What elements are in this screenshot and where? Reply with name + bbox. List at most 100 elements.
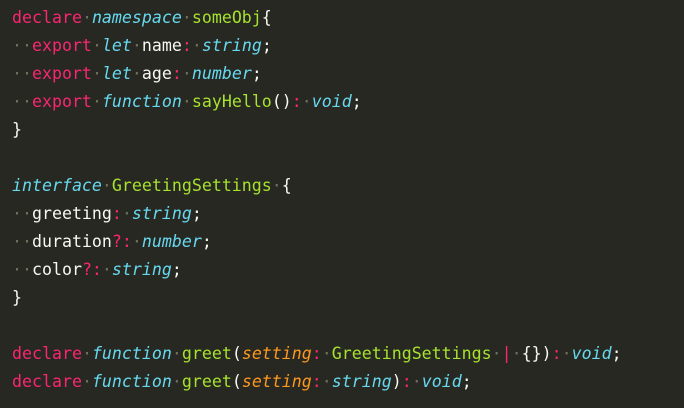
plain-token: { — [261, 8, 272, 27]
type-token: let — [101, 36, 132, 55]
whitespace-marker: · — [171, 344, 182, 363]
whitespace-marker: · — [561, 344, 572, 363]
parameter-token: setting — [241, 372, 312, 391]
type-token: string — [331, 372, 392, 391]
code-line: ··export·let·name:·string; — [12, 32, 684, 60]
whitespace-marker: · — [81, 8, 92, 27]
whitespace-marker: · — [181, 8, 192, 27]
whitespace-marker: · — [91, 36, 102, 55]
keyword-token: : — [551, 344, 562, 363]
whitespace-marker: · — [271, 176, 282, 195]
whitespace-marker: · — [91, 92, 102, 111]
plain-token: duration — [31, 232, 112, 251]
keyword-token: | — [501, 344, 512, 363]
type-token: string — [131, 204, 192, 223]
plain-token: () — [271, 92, 292, 111]
whitespace-marker: · — [191, 36, 202, 55]
whitespace-marker: ·· — [12, 92, 32, 111]
whitespace-marker: · — [81, 372, 92, 391]
whitespace-marker: · — [321, 344, 332, 363]
code-line: interface·GreetingSettings·{ — [12, 172, 684, 200]
whitespace-marker: ·· — [12, 204, 32, 223]
code-line: ··export·let·age:·number; — [12, 60, 684, 88]
plain-token: ( — [231, 372, 242, 391]
keyword-token: : — [311, 372, 322, 391]
entity-token: sayHello — [191, 92, 272, 111]
plain-token: ; — [201, 232, 212, 251]
plain-token: } — [12, 288, 22, 307]
keyword-token: ?: — [81, 260, 102, 279]
type-token: number — [141, 232, 202, 251]
whitespace-marker: · — [131, 36, 142, 55]
keyword-token: export — [31, 64, 92, 83]
plain-token: ; — [251, 64, 262, 83]
whitespace-marker: · — [101, 260, 112, 279]
whitespace-marker: ·· — [12, 36, 32, 55]
whitespace-marker: · — [181, 64, 192, 83]
plain-token: ; — [611, 344, 622, 363]
type-token: namespace — [91, 8, 182, 27]
plain-token: {}) — [521, 344, 552, 363]
type-token: void — [571, 344, 612, 363]
whitespace-marker: · — [81, 344, 92, 363]
keyword-token: : — [401, 372, 412, 391]
whitespace-marker: · — [131, 232, 142, 251]
plain-token: color — [31, 260, 82, 279]
code-line: ··greeting:·string; — [12, 200, 684, 228]
plain-token: ) — [391, 372, 402, 391]
entity-token: GreetingSettings — [331, 344, 492, 363]
keyword-token: : — [111, 204, 122, 223]
plain-token: greeting — [31, 204, 112, 223]
plain-token: ; — [171, 260, 182, 279]
keyword-token: declare — [12, 8, 82, 27]
whitespace-marker: · — [171, 372, 182, 391]
keyword-token: export — [31, 92, 92, 111]
entity-token: someObj — [191, 8, 262, 27]
plain-token: name — [141, 36, 182, 55]
code-line: declare·function·greet(setting:·Greeting… — [12, 340, 684, 368]
plain-token: ( — [231, 344, 242, 363]
plain-token: } — [12, 120, 22, 139]
whitespace-marker: · — [121, 204, 132, 223]
entity-token: GreetingSettings — [111, 176, 272, 195]
type-token: string — [111, 260, 172, 279]
entity-token: greet — [181, 344, 232, 363]
plain-token: ; — [461, 372, 472, 391]
whitespace-marker: · — [511, 344, 522, 363]
code-line: ​ — [12, 312, 684, 340]
code-line: } — [12, 116, 684, 144]
code-line: ··color?:·string; — [12, 256, 684, 284]
keyword-token: ?: — [111, 232, 132, 251]
whitespace-marker: ·· — [12, 232, 32, 251]
code-line: ··export·function·sayHello():·void; — [12, 88, 684, 116]
type-token: void — [311, 92, 352, 111]
type-token: interface — [12, 176, 102, 195]
keyword-token: declare — [12, 344, 82, 363]
whitespace-marker: ·· — [12, 64, 32, 83]
code-line: ​ — [12, 144, 684, 172]
whitespace-marker: ·· — [12, 260, 32, 279]
plain-token: ; — [351, 92, 362, 111]
type-token: let — [101, 64, 132, 83]
whitespace-marker: · — [491, 344, 502, 363]
type-token: function — [101, 92, 182, 111]
plain-token: { — [281, 176, 292, 195]
code-editor[interactable]: declare·namespace·someObj{··export·let·n… — [0, 0, 684, 408]
keyword-token: export — [31, 36, 92, 55]
type-token: function — [91, 344, 172, 363]
whitespace-marker: · — [101, 176, 112, 195]
type-token: string — [201, 36, 262, 55]
code-lines: declare·namespace·someObj{··export·let·n… — [12, 4, 684, 396]
type-token: function — [91, 372, 172, 391]
code-line: ··duration?:·number; — [12, 228, 684, 256]
type-token: void — [421, 372, 462, 391]
whitespace-marker: · — [411, 372, 422, 391]
whitespace-marker: · — [181, 92, 192, 111]
plain-token: ; — [261, 36, 272, 55]
keyword-token: declare — [12, 372, 82, 391]
whitespace-marker: · — [131, 64, 142, 83]
whitespace-marker: · — [91, 64, 102, 83]
keyword-token: : — [171, 64, 182, 83]
code-line: declare·function·greet(setting:·string):… — [12, 368, 684, 396]
whitespace-marker: · — [301, 92, 312, 111]
